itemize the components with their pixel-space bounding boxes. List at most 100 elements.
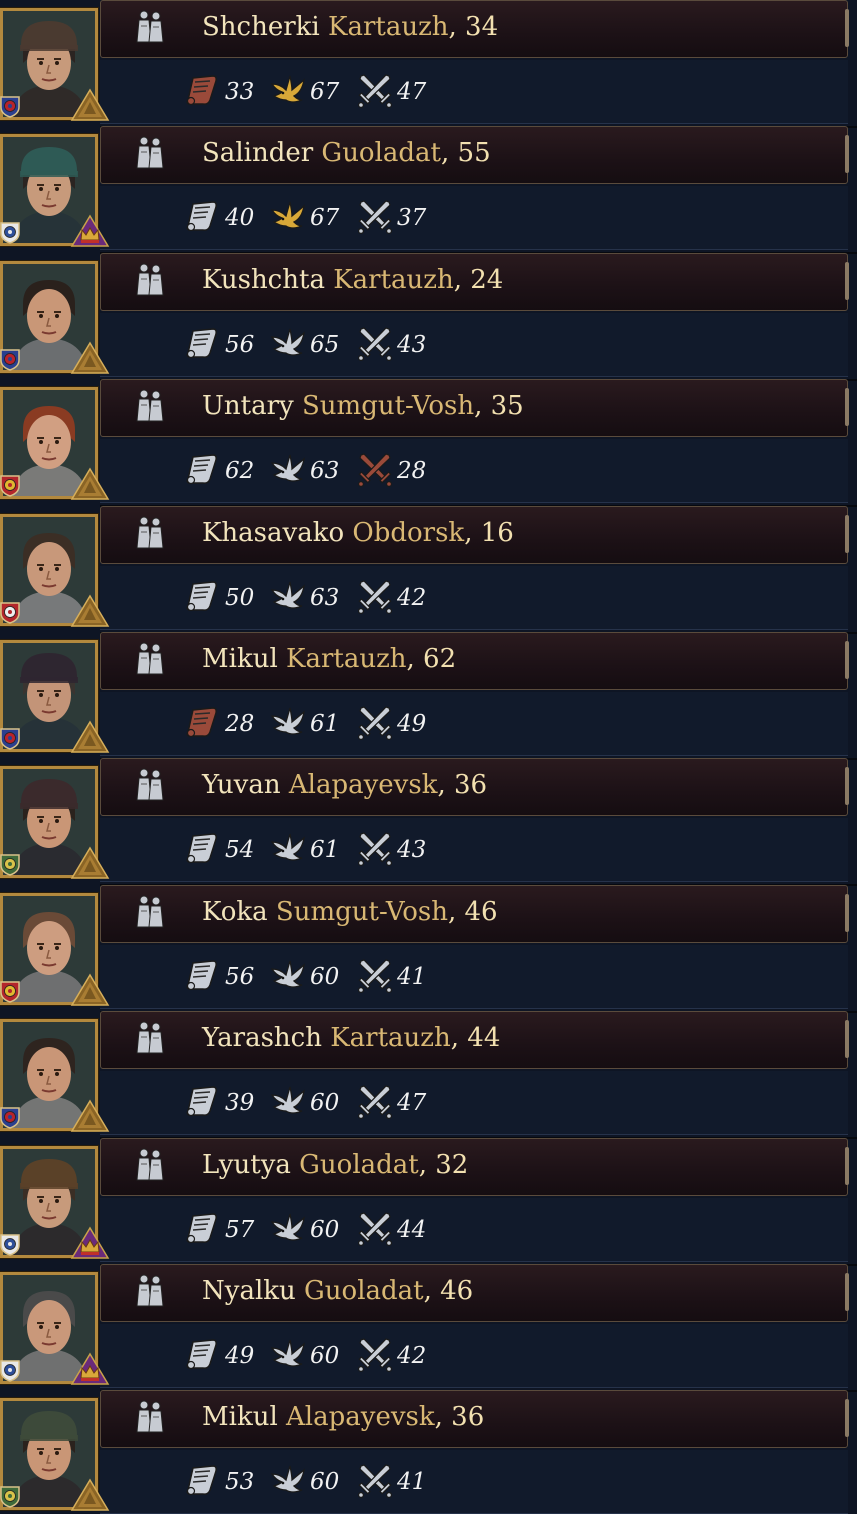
rank-icon[interactable] <box>70 1352 110 1386</box>
character-name[interactable]: Nyalku Guoladat, 46 <box>202 1276 473 1306</box>
character-row[interactable]: Yuvan Alapayevsk, 36 54 61 43 <box>0 758 857 892</box>
house-name[interactable]: Guoladat <box>321 138 441 168</box>
martial-stat[interactable]: 41 <box>355 955 426 999</box>
character-pawn-icon[interactable] <box>132 640 168 678</box>
character-name[interactable]: Salinder Guoladat, 55 <box>202 138 491 168</box>
house-name[interactable]: Kartauzh <box>330 1023 451 1053</box>
house-name[interactable]: Guoladat <box>299 1150 419 1180</box>
house-name[interactable]: Alapayevsk <box>289 770 438 800</box>
house-name[interactable]: Alapayevsk <box>286 1402 435 1432</box>
character-name[interactable]: Yarashch Kartauzh, 44 <box>202 1023 500 1053</box>
intrigue-stat[interactable]: 67 <box>268 70 339 114</box>
martial-stat[interactable]: 47 <box>355 1081 426 1125</box>
diplomacy-stat[interactable]: 62 <box>183 449 254 493</box>
martial-stat[interactable]: 42 <box>355 576 426 620</box>
character-pawn-icon[interactable] <box>132 1272 168 1310</box>
character-row[interactable]: Mikul Alapayevsk, 36 53 60 41 <box>0 1390 857 1514</box>
character-name[interactable]: Lyutya Guoladat, 32 <box>202 1150 468 1180</box>
martial-stat[interactable]: 44 <box>355 1208 426 1252</box>
intrigue-stat[interactable]: 63 <box>268 449 339 493</box>
character-pawn-icon[interactable] <box>132 514 168 552</box>
martial-stat[interactable]: 43 <box>355 828 426 872</box>
character-name[interactable]: Untary Sumgut-Vosh, 35 <box>202 391 524 421</box>
intrigue-stat[interactable]: 60 <box>268 1081 339 1125</box>
house-name[interactable]: Sumgut-Vosh <box>276 897 448 927</box>
rank-icon[interactable] <box>70 846 110 880</box>
intrigue-stat[interactable]: 61 <box>268 828 339 872</box>
character-row[interactable]: Koka Sumgut-Vosh, 46 56 60 41 <box>0 885 857 1019</box>
intrigue-stat[interactable]: 60 <box>268 955 339 999</box>
culture-crest-icon[interactable] <box>0 600 22 624</box>
intrigue-stat[interactable]: 61 <box>268 702 339 746</box>
intrigue-stat[interactable]: 60 <box>268 1460 339 1504</box>
character-row[interactable]: Lyutya Guoladat, 32 57 60 44 <box>0 1138 857 1272</box>
character-name[interactable]: Koka Sumgut-Vosh, 46 <box>202 897 498 927</box>
character-name[interactable]: Yuvan Alapayevsk, 36 <box>202 770 487 800</box>
rank-icon[interactable] <box>70 594 110 628</box>
culture-crest-icon[interactable] <box>0 726 22 750</box>
martial-stat[interactable]: 37 <box>355 196 426 240</box>
diplomacy-stat[interactable]: 50 <box>183 576 254 620</box>
house-name[interactable]: Sumgut-Vosh <box>302 391 474 421</box>
culture-crest-icon[interactable] <box>0 220 22 244</box>
house-name[interactable]: Kartauzh <box>328 12 449 42</box>
martial-stat[interactable]: 43 <box>355 323 426 367</box>
culture-crest-icon[interactable] <box>0 473 22 497</box>
house-name[interactable]: Kartauzh <box>333 265 454 295</box>
character-pawn-icon[interactable] <box>132 261 168 299</box>
intrigue-stat[interactable]: 60 <box>268 1334 339 1378</box>
culture-crest-icon[interactable] <box>0 1358 22 1382</box>
diplomacy-stat[interactable]: 33 <box>183 70 254 114</box>
character-pawn-icon[interactable] <box>132 1398 168 1436</box>
character-row[interactable]: Kushchta Kartauzh, 24 56 65 43 <box>0 253 857 387</box>
character-row[interactable]: Khasavako Obdorsk, 16 50 63 42 <box>0 506 857 640</box>
martial-stat[interactable]: 49 <box>355 702 426 746</box>
house-name[interactable]: Obdorsk <box>352 518 464 548</box>
intrigue-stat[interactable]: 65 <box>268 323 339 367</box>
rank-icon[interactable] <box>70 214 110 248</box>
character-pawn-icon[interactable] <box>132 134 168 172</box>
rank-icon[interactable] <box>70 973 110 1007</box>
rank-icon[interactable] <box>70 467 110 501</box>
character-row[interactable]: Shcherki Kartauzh, 34 33 67 47 <box>0 0 857 134</box>
house-name[interactable]: Guoladat <box>304 1276 424 1306</box>
character-name[interactable]: Mikul Alapayevsk, 36 <box>202 1402 484 1432</box>
culture-crest-icon[interactable] <box>0 347 22 371</box>
diplomacy-stat[interactable]: 54 <box>183 828 254 872</box>
diplomacy-stat[interactable]: 57 <box>183 1208 254 1252</box>
character-row[interactable]: Untary Sumgut-Vosh, 35 62 63 28 <box>0 379 857 513</box>
diplomacy-stat[interactable]: 39 <box>183 1081 254 1125</box>
character-row[interactable]: Yarashch Kartauzh, 44 39 60 47 <box>0 1011 857 1145</box>
rank-icon[interactable] <box>70 1478 110 1512</box>
diplomacy-stat[interactable]: 53 <box>183 1460 254 1504</box>
culture-crest-icon[interactable] <box>0 852 22 876</box>
character-name[interactable]: Shcherki Kartauzh, 34 <box>202 12 498 42</box>
intrigue-stat[interactable]: 67 <box>268 196 339 240</box>
diplomacy-stat[interactable]: 40 <box>183 196 254 240</box>
character-pawn-icon[interactable] <box>132 8 168 46</box>
diplomacy-stat[interactable]: 56 <box>183 323 254 367</box>
character-row[interactable]: Mikul Kartauzh, 62 28 61 49 <box>0 632 857 766</box>
character-name[interactable]: Mikul Kartauzh, 62 <box>202 644 456 674</box>
character-pawn-icon[interactable] <box>132 387 168 425</box>
rank-icon[interactable] <box>70 88 110 122</box>
diplomacy-stat[interactable]: 56 <box>183 955 254 999</box>
character-name[interactable]: Kushchta Kartauzh, 24 <box>202 265 503 295</box>
martial-stat[interactable]: 42 <box>355 1334 426 1378</box>
character-name[interactable]: Khasavako Obdorsk, 16 <box>202 518 514 548</box>
intrigue-stat[interactable]: 63 <box>268 576 339 620</box>
rank-icon[interactable] <box>70 1099 110 1133</box>
martial-stat[interactable]: 47 <box>355 70 426 114</box>
character-row[interactable]: Nyalku Guoladat, 46 49 60 42 <box>0 1264 857 1398</box>
character-row[interactable]: Salinder Guoladat, 55 40 67 37 <box>0 126 857 260</box>
martial-stat[interactable]: 41 <box>355 1460 426 1504</box>
martial-stat[interactable]: 28 <box>355 449 426 493</box>
house-name[interactable]: Kartauzh <box>286 644 407 674</box>
character-pawn-icon[interactable] <box>132 766 168 804</box>
culture-crest-icon[interactable] <box>0 979 22 1003</box>
culture-crest-icon[interactable] <box>0 1232 22 1256</box>
intrigue-stat[interactable]: 60 <box>268 1208 339 1252</box>
character-pawn-icon[interactable] <box>132 1146 168 1184</box>
culture-crest-icon[interactable] <box>0 1105 22 1129</box>
character-pawn-icon[interactable] <box>132 893 168 931</box>
